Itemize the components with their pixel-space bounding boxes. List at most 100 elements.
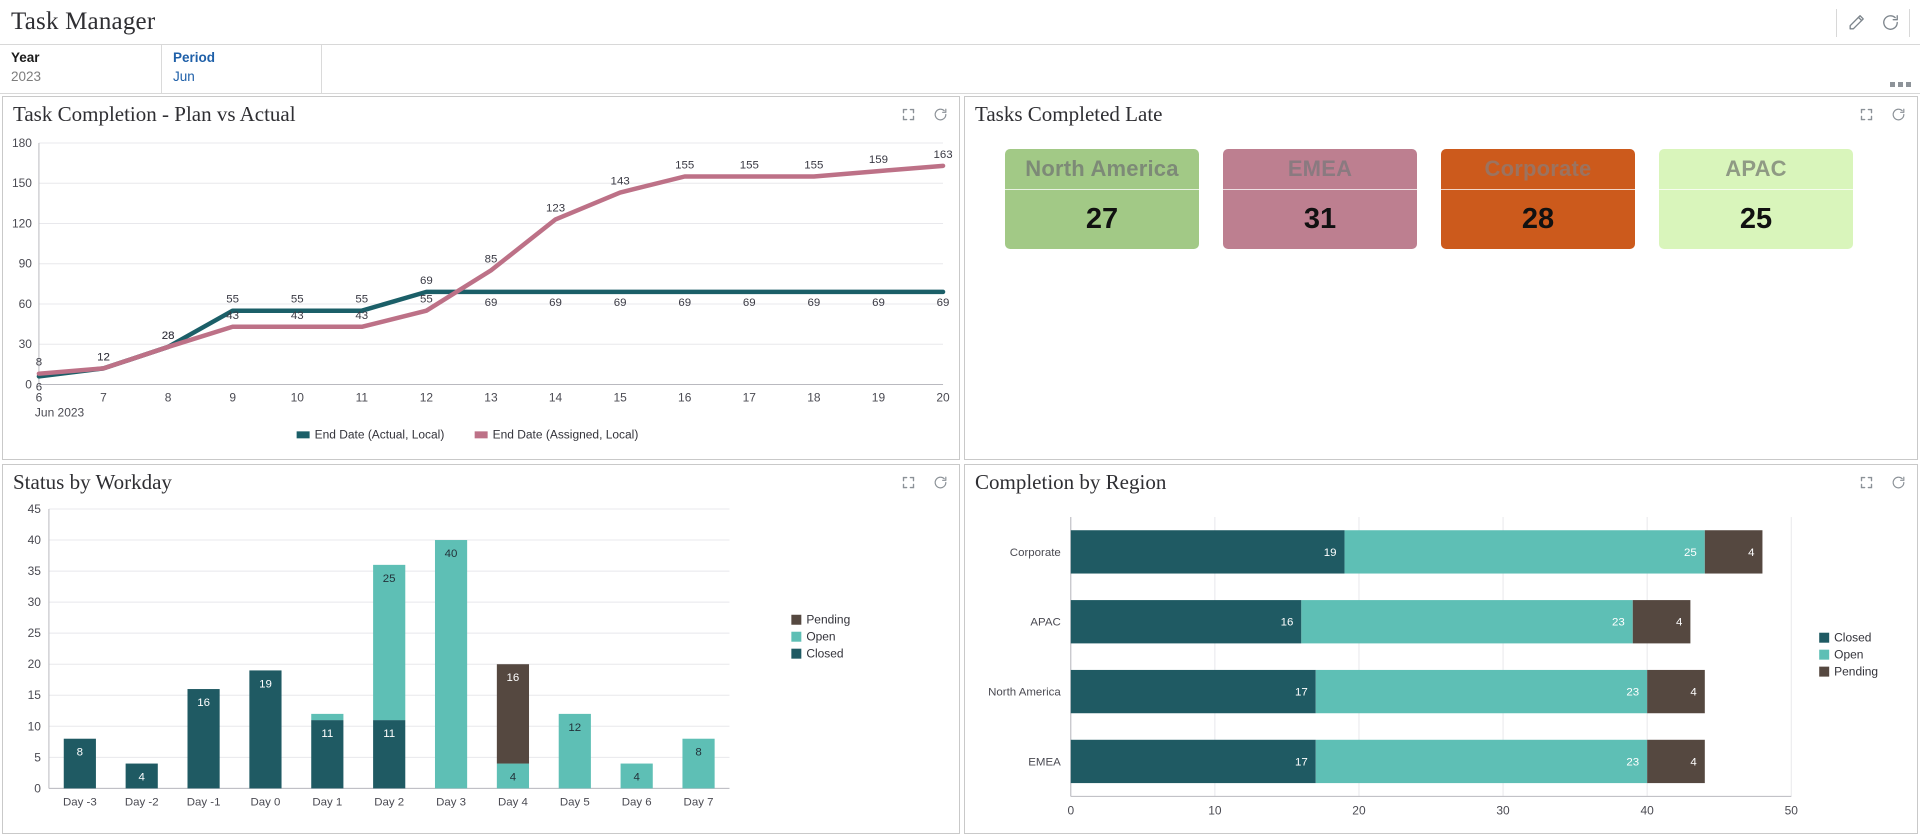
- filter-bar-spacer: [322, 45, 1920, 93]
- svg-text:Pending: Pending: [806, 613, 850, 627]
- refresh-icon[interactable]: [929, 103, 951, 125]
- svg-text:4: 4: [510, 772, 517, 784]
- svg-text:155: 155: [804, 160, 823, 172]
- svg-text:Jun 2023: Jun 2023: [35, 405, 85, 419]
- panel-title-completion-by-region: Completion by Region: [975, 469, 1167, 494]
- top-bar-actions: [1834, 0, 1912, 45]
- expand-icon[interactable]: [1855, 103, 1877, 125]
- svg-text:25: 25: [28, 626, 42, 640]
- svg-text:23: 23: [1626, 687, 1639, 699]
- refresh-icon[interactable]: [1887, 103, 1909, 125]
- svg-text:163: 163: [933, 149, 952, 161]
- svg-text:30: 30: [28, 595, 42, 609]
- refresh-icon[interactable]: [929, 471, 951, 493]
- panel-body: 0 30 60 90 120 150 180 6 7 8 9 10 11 12 13 14 15 16 17 18 19…: [3, 131, 959, 460]
- svg-text:85: 85: [485, 253, 498, 265]
- svg-text:19: 19: [1324, 547, 1337, 559]
- filter-year[interactable]: Year 2023: [0, 45, 162, 93]
- panel-plan-vs-actual: Task Completion - Plan vs Actual 0 30 60…: [2, 96, 960, 460]
- svg-text:4: 4: [139, 772, 146, 784]
- svg-text:8: 8: [695, 747, 701, 759]
- filter-period-value: Jun: [173, 69, 195, 84]
- svg-text:25: 25: [383, 573, 396, 585]
- svg-text:9: 9: [229, 390, 236, 404]
- kpi-card[interactable]: North America 27: [1005, 149, 1199, 249]
- svg-text:Day 4: Day 4: [498, 796, 529, 808]
- toolbar-divider-end: [1909, 8, 1910, 37]
- svg-text:Closed: Closed: [1834, 631, 1871, 645]
- overflow-menu-icon[interactable]: [1890, 82, 1911, 87]
- toolbar-divider: [1836, 8, 1837, 37]
- svg-text:Day 7: Day 7: [684, 796, 714, 808]
- svg-text:16: 16: [507, 672, 520, 684]
- horizontal-stacked-bar-chart[interactable]: 0 10 20 30 40 50 Corporate 19 25 4 APAC 16 23 4 North …: [965, 499, 1917, 834]
- svg-text:Open: Open: [1834, 648, 1863, 662]
- svg-text:23: 23: [1612, 617, 1625, 629]
- svg-text:Pending: Pending: [1834, 665, 1878, 679]
- svg-text:120: 120: [12, 216, 32, 230]
- panel-tools: [1855, 103, 1909, 125]
- svg-text:0: 0: [25, 377, 32, 391]
- stacked-bar-chart[interactable]: 0 5 10 15 20 25 30 35 40 45 Day -3 8 Day -2 4 Day -1 16…: [3, 499, 959, 834]
- svg-text:19: 19: [872, 390, 886, 404]
- kpi-card[interactable]: APAC 25: [1659, 149, 1853, 249]
- svg-text:6: 6: [36, 381, 42, 393]
- svg-text:End Date (Assigned, Local): End Date (Assigned, Local): [493, 427, 639, 441]
- svg-text:18: 18: [807, 390, 821, 404]
- svg-text:16: 16: [678, 390, 692, 404]
- svg-text:10: 10: [1208, 803, 1222, 817]
- svg-text:155: 155: [675, 160, 694, 172]
- kpi-card-label: Corporate: [1441, 149, 1635, 190]
- svg-text:19: 19: [259, 678, 272, 690]
- svg-text:43: 43: [226, 310, 239, 322]
- panel-tools: [897, 103, 951, 125]
- expand-icon[interactable]: [897, 103, 919, 125]
- svg-text:Day 0: Day 0: [250, 796, 280, 808]
- svg-text:11: 11: [356, 390, 369, 404]
- svg-text:Day 3: Day 3: [436, 796, 466, 808]
- svg-text:69: 69: [549, 297, 562, 309]
- svg-text:13: 13: [484, 390, 498, 404]
- svg-text:4: 4: [1676, 617, 1683, 629]
- filter-year-label: Year: [11, 50, 40, 65]
- svg-text:Day 2: Day 2: [374, 796, 404, 808]
- panel-title-tasks-late: Tasks Completed Late: [975, 101, 1163, 126]
- line-chart[interactable]: 0 30 60 90 120 150 180 6 7 8 9 10 11 12 13 14 15 16 17 18 19…: [3, 131, 959, 460]
- panel-body: North America 27 EMEA 31 Corporate 28 APAC 25: [965, 131, 1917, 459]
- svg-text:40: 40: [28, 533, 42, 547]
- expand-icon[interactable]: [897, 471, 919, 493]
- svg-text:EMEA: EMEA: [1028, 756, 1061, 768]
- svg-text:155: 155: [740, 160, 759, 172]
- svg-text:8: 8: [36, 357, 42, 369]
- kpi-card[interactable]: Corporate 28: [1441, 149, 1635, 249]
- svg-text:45: 45: [28, 502, 42, 516]
- svg-text:143: 143: [611, 176, 630, 188]
- svg-text:Day -1: Day -1: [187, 796, 221, 808]
- expand-icon[interactable]: [1855, 471, 1877, 493]
- svg-text:4: 4: [633, 772, 640, 784]
- kpi-card-value: 28: [1521, 203, 1555, 235]
- refresh-icon[interactable]: [1887, 471, 1909, 493]
- edit-icon[interactable]: [1839, 6, 1873, 40]
- svg-text:10: 10: [28, 719, 42, 733]
- kpi-card-label: EMEA: [1223, 149, 1417, 190]
- svg-text:150: 150: [12, 176, 32, 190]
- svg-text:Open: Open: [806, 630, 835, 644]
- panel-completion-by-region: Completion by Region 01020304050Co: [964, 464, 1918, 834]
- svg-text:60: 60: [19, 297, 33, 311]
- svg-text:5: 5: [34, 750, 41, 764]
- svg-text:16: 16: [1281, 617, 1294, 629]
- svg-text:4: 4: [1690, 687, 1697, 699]
- svg-text:0: 0: [34, 781, 41, 795]
- svg-text:20: 20: [936, 390, 950, 404]
- panel-header: Task Completion - Plan vs Actual: [3, 97, 959, 131]
- panel-header: Completion by Region: [965, 465, 1917, 499]
- svg-text:69: 69: [743, 297, 756, 309]
- refresh-icon[interactable]: [1873, 6, 1907, 40]
- panel-title-plan-vs-actual: Task Completion - Plan vs Actual: [13, 101, 296, 126]
- filter-year-value: 2023: [11, 69, 42, 84]
- filter-period[interactable]: Period Jun: [162, 45, 322, 93]
- svg-text:55: 55: [226, 294, 239, 306]
- kpi-card[interactable]: EMEA 31: [1223, 149, 1417, 249]
- panel-tasks-completed-late: Tasks Completed Late North America 27 EM…: [964, 96, 1918, 460]
